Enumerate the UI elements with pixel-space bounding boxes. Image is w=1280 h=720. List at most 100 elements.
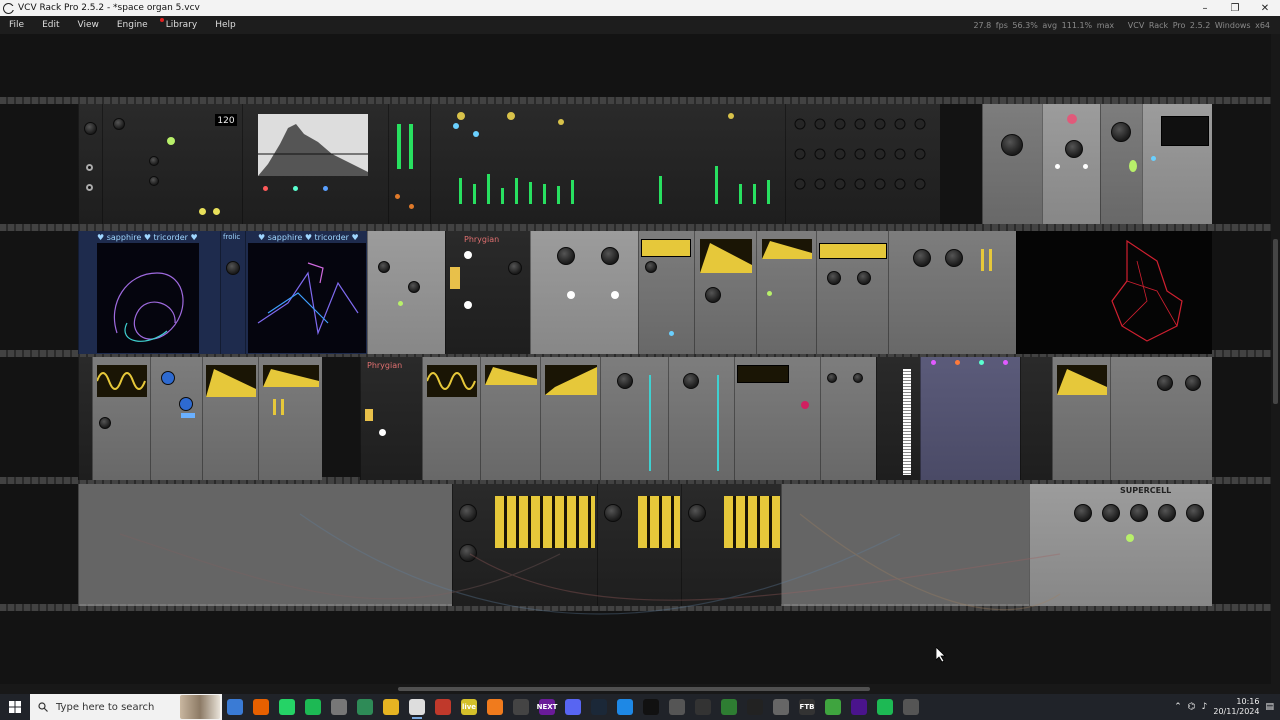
knob[interactable] <box>1185 375 1201 391</box>
taskbar-app-ftb[interactable]: FTB <box>794 694 820 720</box>
taskbar-app-next[interactable]: NEXT <box>534 694 560 720</box>
knob[interactable] <box>1186 504 1204 522</box>
module-envelope-5[interactable] <box>480 357 540 480</box>
module-sapphire-tricorder-1[interactable]: ♥ sapphire ♥ tricorder ♥ <box>78 231 220 354</box>
module-phrygian-2[interactable]: Phrygian <box>360 357 422 480</box>
close-button[interactable]: ✕ <box>1250 3 1280 14</box>
module-scope-2[interactable] <box>668 357 734 480</box>
module-envelope-3[interactable] <box>202 357 258 480</box>
taskbar-app-vpn-shield[interactable] <box>352 694 378 720</box>
module-bargraph-1[interactable] <box>452 484 597 606</box>
module-frolic[interactable]: frolic <box>220 231 245 354</box>
volume-icon[interactable]: ♪ <box>1202 702 1208 712</box>
taskbar-app-reaper[interactable] <box>430 694 456 720</box>
module-synth-voice[interactable] <box>1042 104 1100 224</box>
jack[interactable] <box>86 164 93 171</box>
knob[interactable] <box>853 373 863 383</box>
taskbar-app-minecraft[interactable] <box>820 694 846 720</box>
start-button[interactable] <box>0 694 30 720</box>
knob[interactable] <box>913 249 931 267</box>
taskbar-app-browser[interactable] <box>612 694 638 720</box>
module-scope-yellow-1[interactable] <box>638 231 694 354</box>
knob[interactable] <box>601 247 619 265</box>
knob[interactable] <box>1001 134 1023 156</box>
taskbar-app-word[interactable] <box>768 694 794 720</box>
horizontal-scrollbar[interactable] <box>0 684 1280 694</box>
knob[interactable] <box>1102 504 1120 522</box>
module-osc-1[interactable] <box>92 357 150 480</box>
minimize-button[interactable]: – <box>1190 3 1220 14</box>
knob[interactable] <box>683 373 699 389</box>
knob[interactable] <box>508 261 522 275</box>
module-quad-vca[interactable] <box>530 231 638 354</box>
knob[interactable] <box>604 504 622 522</box>
module-envelope-6[interactable] <box>540 357 600 480</box>
taskbar-app-rec[interactable] <box>898 694 924 720</box>
network-icon[interactable]: ⌬ <box>1188 702 1196 712</box>
taskbar-app-plugin[interactable] <box>716 694 742 720</box>
module-vu-meter[interactable] <box>388 104 430 224</box>
taskbar-app-capcut[interactable] <box>638 694 664 720</box>
taskbar-app-steam[interactable] <box>586 694 612 720</box>
menu-help[interactable]: Help <box>206 20 245 30</box>
module-3d-visualizer[interactable] <box>1016 231 1212 354</box>
vertical-scrollbar[interactable] <box>1271 34 1280 684</box>
taskbar-app-davinci[interactable] <box>690 694 716 720</box>
knob[interactable] <box>827 373 837 383</box>
fader[interactable] <box>981 249 984 271</box>
knob[interactable] <box>1158 504 1176 522</box>
knob[interactable] <box>459 544 477 562</box>
taskbar-app-spotify2[interactable] <box>872 694 898 720</box>
module-sapphire-tricorder-2[interactable]: ♥ sapphire ♥ tricorder ♥ <box>245 231 367 354</box>
fader[interactable] <box>281 399 284 415</box>
module-quad-lfo[interactable] <box>920 357 1020 480</box>
module-lfo[interactable] <box>1100 104 1142 224</box>
module-bargraph-3[interactable] <box>681 484 781 606</box>
taskbar-app-live[interactable]: live <box>456 694 482 720</box>
taskbar-app-notepad[interactable] <box>742 694 768 720</box>
module-audio-interface[interactable] <box>1142 104 1212 224</box>
taskbar-app-file-explorer[interactable] <box>378 694 404 720</box>
taskbar-app-spotify[interactable] <box>300 694 326 720</box>
knob[interactable] <box>149 176 159 186</box>
taskbar-app-hexo[interactable] <box>846 694 872 720</box>
knob[interactable] <box>459 504 477 522</box>
knob[interactable] <box>149 156 159 166</box>
module-sequencer[interactable] <box>785 104 940 224</box>
menu-file[interactable]: File <box>0 20 33 30</box>
knob[interactable] <box>945 249 963 267</box>
knob[interactable] <box>857 271 871 285</box>
taskbar-app-discord[interactable] <box>560 694 586 720</box>
module-envelope-7[interactable] <box>1052 357 1110 480</box>
menu-view[interactable]: View <box>69 20 108 30</box>
module-mini[interactable] <box>1020 357 1052 480</box>
module-clocked[interactable]: 120 <box>102 104 242 224</box>
module-mixer[interactable] <box>430 104 785 224</box>
module-bargraph-2[interactable] <box>597 484 681 606</box>
taskbar-app-obs[interactable] <box>508 694 534 720</box>
knob[interactable] <box>645 261 657 273</box>
module-noise-strip[interactable] <box>876 357 920 480</box>
module-envelope-1[interactable] <box>694 231 756 354</box>
fader[interactable] <box>273 399 276 415</box>
taskbar-app-vcv-rack[interactable] <box>404 694 430 720</box>
taskbar-search-box[interactable]: Type here to search <box>30 694 222 720</box>
knob[interactable] <box>226 261 240 275</box>
knob[interactable] <box>1157 375 1173 391</box>
module-row3-left[interactable] <box>78 357 92 480</box>
rack-canvas[interactable]: 120 ♥ sapphire ♥ tricorder ♥ frolic ♥ sa… <box>0 34 1280 684</box>
taskbar-clock[interactable]: 10:16 20/11/2024 <box>1213 697 1259 717</box>
scrollbar-thumb[interactable] <box>398 687 870 691</box>
knob[interactable] <box>617 373 633 389</box>
module-scope-1[interactable] <box>600 357 668 480</box>
knob[interactable] <box>179 397 193 411</box>
module-row1-left[interactable] <box>78 104 102 224</box>
taskbar-app-copilot[interactable] <box>222 694 248 720</box>
knob[interactable] <box>84 122 97 135</box>
menu-engine[interactable]: Engine <box>108 20 157 30</box>
taskbar-app-whatsapp[interactable] <box>274 694 300 720</box>
module-mixer-small[interactable] <box>1110 357 1212 480</box>
knob[interactable] <box>1130 504 1148 522</box>
module-vcf[interactable] <box>888 231 1016 354</box>
taskbar-app-firefox[interactable] <box>248 694 274 720</box>
